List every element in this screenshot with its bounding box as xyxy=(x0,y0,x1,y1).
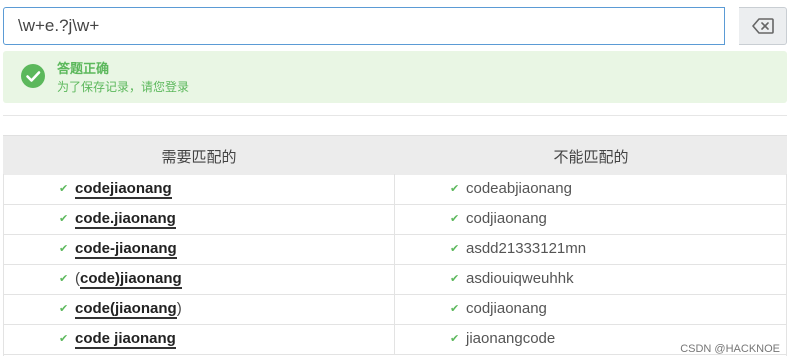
matched-text: code jiaonang xyxy=(75,330,176,349)
nomatch-text: asdd21333121mn xyxy=(466,240,587,257)
nomatch-cell: ✔ asdd21333121mn xyxy=(450,234,586,264)
table-row: ✔ code jiaonang ✔ jiaonangcode xyxy=(3,324,787,355)
table-row: ✔ code-jiaonang ✔ asdd21333121mn xyxy=(3,234,787,265)
column-divider xyxy=(394,234,395,264)
nomatch-text: jiaonangcode xyxy=(466,330,556,347)
check-icon: ✔ xyxy=(59,183,69,195)
nomatch-text: asdiouiqweuhhk xyxy=(466,270,574,287)
match-cell: ✔ code-jiaonang xyxy=(59,234,177,264)
match-cell: ✔ codejiaonang xyxy=(59,174,172,204)
check-icon: ✔ xyxy=(450,243,460,255)
matched-text: codejiaonang xyxy=(75,180,172,199)
table-border-right xyxy=(786,174,787,356)
check-icon: ✔ xyxy=(59,303,69,315)
column-divider xyxy=(394,324,395,354)
divider xyxy=(3,115,787,116)
nomatch-cell: ✔ jiaonangcode xyxy=(450,324,555,354)
column-divider xyxy=(394,204,395,234)
regex-input[interactable] xyxy=(3,7,725,45)
result-banner: 答题正确 为了保存记录，请您登录 xyxy=(3,51,787,103)
table-row: ✔ codejiaonang ✔ codeabjiaonang xyxy=(3,174,787,205)
table-border-left xyxy=(3,174,4,356)
column-divider xyxy=(394,294,395,324)
match-cell: ✔ code jiaonang xyxy=(59,324,176,354)
unmatched-text: ) xyxy=(176,300,182,317)
match-cell: ✔ code.jiaonang xyxy=(59,204,176,234)
nomatch-cell: ✔ codjiaonang xyxy=(450,294,547,324)
table-header: 需要匹配的 不能匹配的 xyxy=(3,135,787,175)
nomatch-text: codeabjiaonang xyxy=(466,180,572,197)
check-icon: ✔ xyxy=(450,333,460,345)
matched-text: code.jiaonang xyxy=(75,210,176,229)
column-divider xyxy=(394,264,395,294)
check-icon: ✔ xyxy=(59,243,69,255)
result-title: 答题正确 xyxy=(57,62,110,77)
table-row: ✔ code.jiaonang ✔ codjiaonang xyxy=(3,204,787,235)
login-hint-link[interactable]: 为了保存记录，请您登录 xyxy=(57,78,189,95)
header-match: 需要匹配的 xyxy=(161,148,237,166)
table-row: ✔ (code)jiaonang ✔ asdiouiqweuhhk xyxy=(3,264,787,295)
matched-text: code(jiaonang xyxy=(75,300,177,319)
regex-row xyxy=(3,7,787,47)
check-icon: ✔ xyxy=(450,303,460,315)
check-icon: ✔ xyxy=(59,333,69,345)
check-icon: ✔ xyxy=(450,273,460,285)
matched-text: code)jiaonang xyxy=(80,270,182,289)
table-row: ✔ code(jiaonang) ✔ codjiaonang xyxy=(3,294,787,325)
nomatch-cell: ✔ asdiouiqweuhhk xyxy=(450,264,574,294)
watermark: CSDN @HACKNOE xyxy=(680,343,780,355)
check-icon: ✔ xyxy=(59,273,69,285)
clear-button[interactable] xyxy=(739,7,787,45)
check-circle-icon xyxy=(21,64,45,88)
nomatch-cell: ✔ codeabjiaonang xyxy=(450,174,572,204)
check-icon: ✔ xyxy=(450,213,460,225)
match-cell: ✔ (code)jiaonang xyxy=(59,264,182,294)
check-icon: ✔ xyxy=(450,183,460,195)
check-icon: ✔ xyxy=(59,213,69,225)
nomatch-text: codjiaonang xyxy=(466,300,547,317)
backspace-icon xyxy=(751,18,774,34)
nomatch-text: codjiaonang xyxy=(466,210,547,227)
column-divider xyxy=(394,174,395,204)
match-cell: ✔ code(jiaonang) xyxy=(59,294,182,324)
header-nomatch: 不能匹配的 xyxy=(553,148,629,166)
nomatch-cell: ✔ codjiaonang xyxy=(450,204,547,234)
matched-text: code-jiaonang xyxy=(75,240,177,259)
